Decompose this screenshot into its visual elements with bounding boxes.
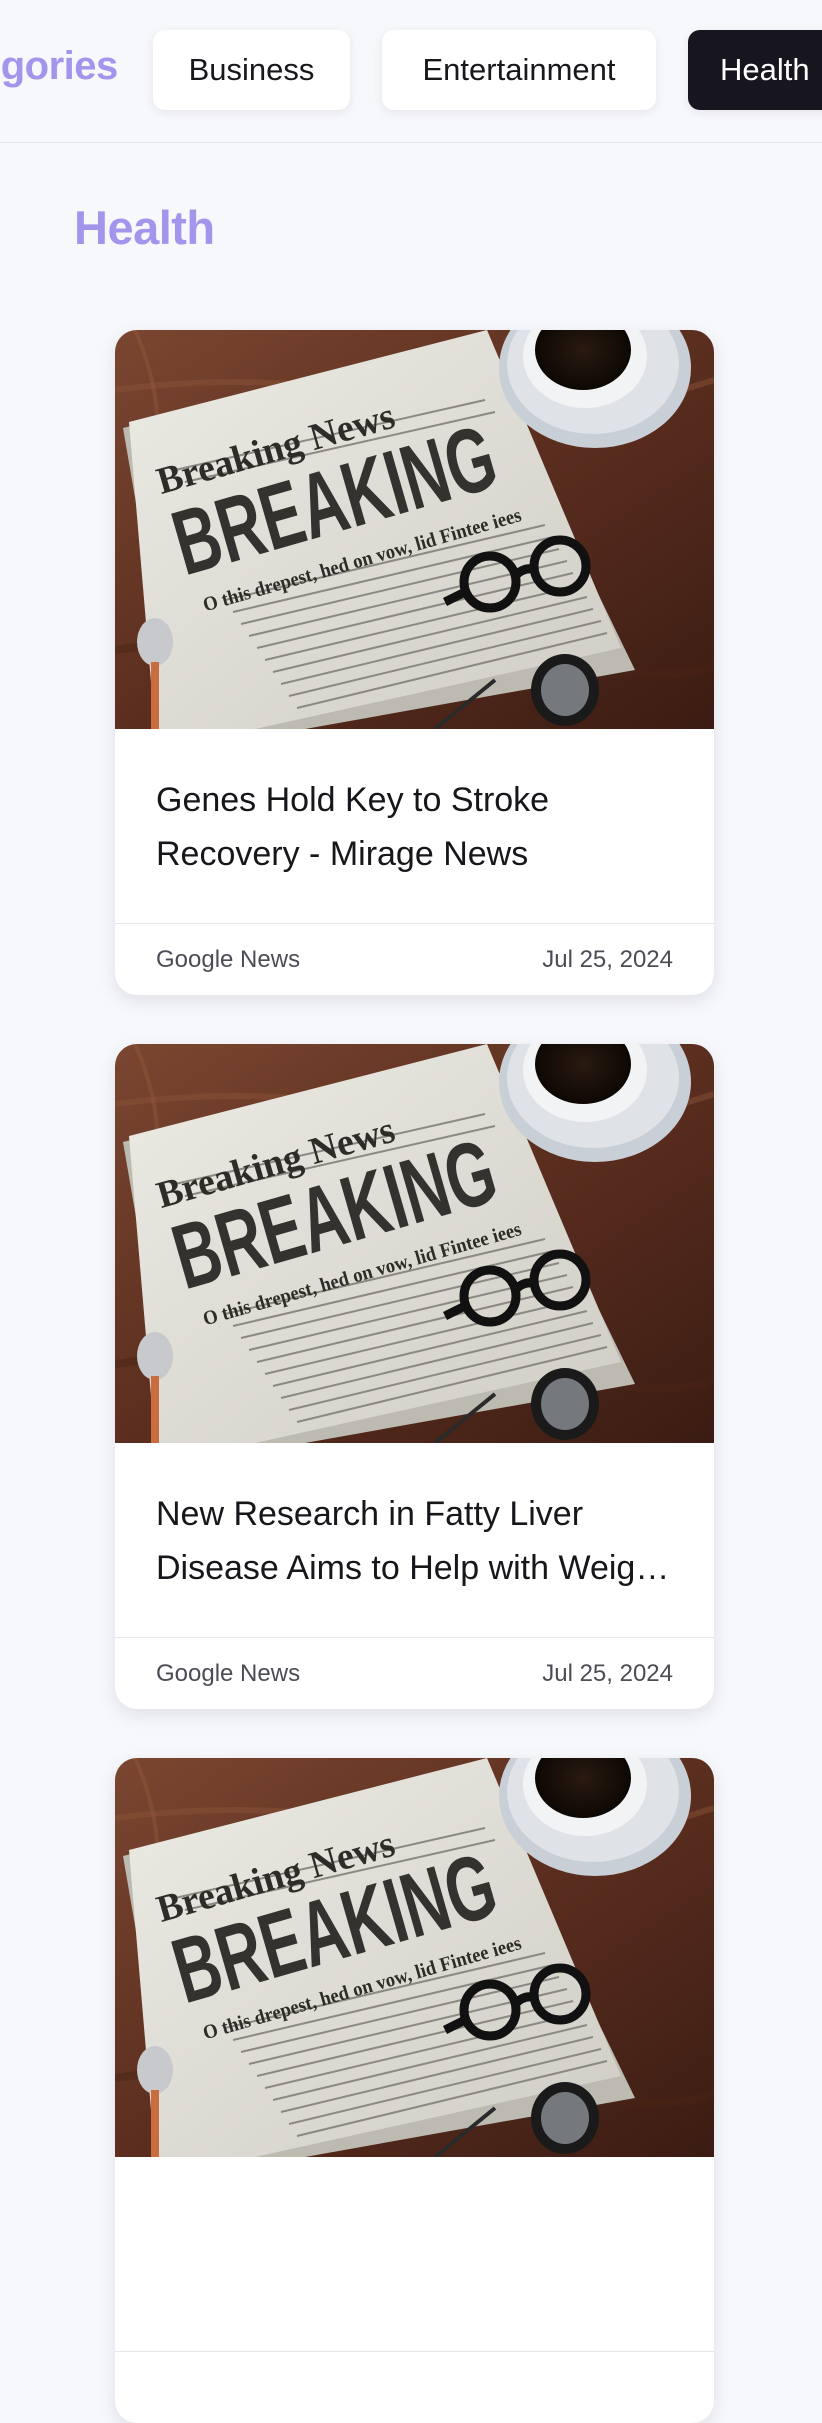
article-meta: Google News Jul 25, 2024 (115, 923, 714, 995)
article-date: Jul 25, 2024 (542, 1659, 673, 1687)
article-image (115, 1758, 714, 2157)
article-source: Google News (156, 1659, 301, 1687)
article-source: Google News (156, 945, 301, 973)
category-entertainment-button[interactable]: Entertainment (382, 30, 656, 110)
article-image (115, 330, 714, 729)
article-body: New Research in Fatty Liver Disease Aims… (115, 1443, 714, 1637)
article-card[interactable]: New Research in Fatty Liver Disease Aims… (115, 1044, 714, 1709)
article-card[interactable]: Genes Hold Key to Stroke Recovery - Mira… (115, 330, 714, 995)
category-business-button[interactable]: Business (153, 30, 350, 110)
article-body (115, 2157, 714, 2351)
article-card[interactable] (115, 1758, 714, 2423)
article-date: Jul 25, 2024 (542, 945, 673, 973)
categories-heading: Categories (0, 44, 118, 88)
article-body: Genes Hold Key to Stroke Recovery - Mira… (115, 729, 714, 923)
article-image (115, 1044, 714, 1443)
article-title[interactable]: New Research in Fatty Liver Disease Aims… (156, 1487, 673, 1595)
article-meta (115, 2351, 714, 2423)
section-title: Health (74, 201, 215, 254)
category-health-button[interactable]: Health (688, 30, 822, 110)
article-title[interactable]: Genes Hold Key to Stroke Recovery - Mira… (156, 773, 673, 881)
article-meta: Google News Jul 25, 2024 (115, 1637, 714, 1709)
categories-bar: Categories Business Entertainment Health (0, 0, 822, 143)
